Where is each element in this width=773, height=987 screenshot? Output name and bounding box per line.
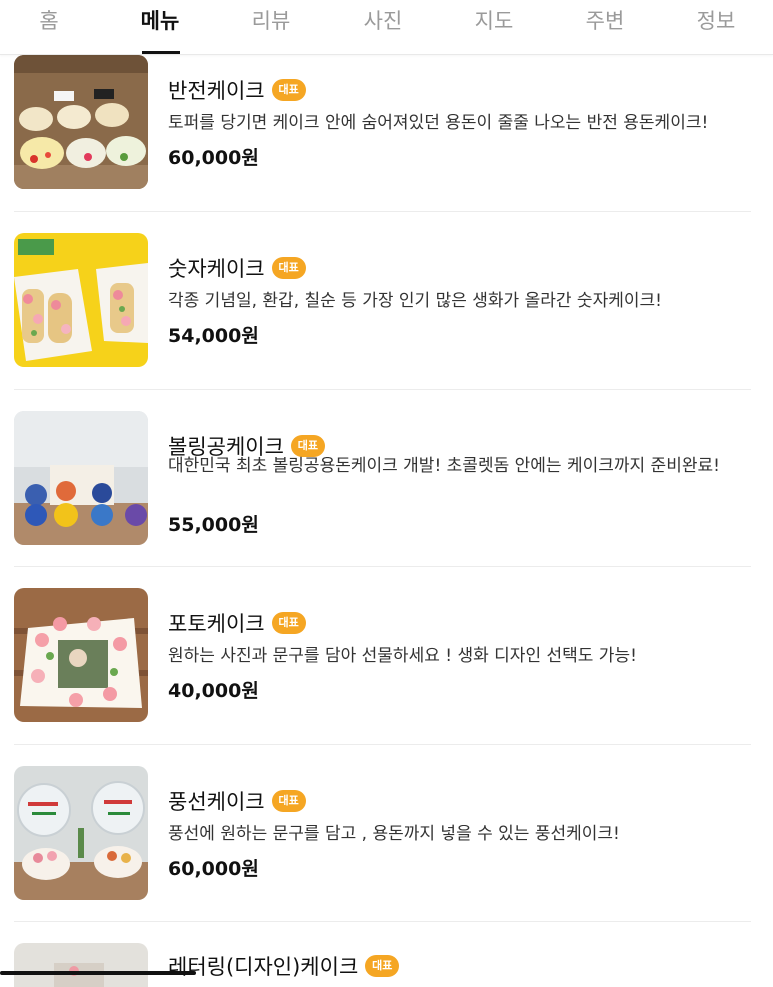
menu-item-description: 대한민국 최초 볼링공용돈케이크 개발! 초콜렛돔 안에는 케이크까지 준비완료… — [168, 456, 720, 476]
menu-item-description: 각종 기념일, 환갑, 칠순 등 가장 인기 많은 생화가 올라간 숫자케이크! — [168, 291, 662, 311]
menu-item-name: 풍선케이크 대표 — [168, 786, 306, 816]
menu-item-name: 포토케이크 대표 — [168, 608, 306, 638]
menu-item-name: 숫자케이크 대표 — [168, 253, 306, 283]
menu-item-photo — [14, 411, 148, 545]
tab-map[interactable]: 지도 — [475, 6, 514, 36]
menu-item-price: 54,000원 — [168, 325, 259, 347]
tab-reviews[interactable]: 리뷰 — [252, 6, 291, 36]
menu-item-price: 55,000원 — [168, 514, 259, 536]
home-indicator — [0, 971, 196, 975]
representative-badge: 대표 — [365, 955, 400, 977]
menu-item[interactable]: 풍선케이크 대표 풍선에 원하는 문구를 담고 , 용돈까지 넣을 수 있는 풍선… — [0, 766, 773, 944]
item-divider — [14, 389, 751, 390]
menu-item-photo — [14, 233, 148, 367]
representative-badge: 대표 — [271, 257, 306, 279]
tab-nearby[interactable]: 주변 — [586, 6, 625, 36]
item-divider — [14, 744, 751, 745]
tab-info[interactable]: 정보 — [697, 6, 736, 36]
menu-item-price: 60,000원 — [168, 147, 259, 169]
menu-item-photo — [14, 588, 148, 722]
menu-item-name: 레터링(디자인)케이크 대표 — [168, 951, 400, 981]
menu-item-photo — [14, 55, 148, 189]
menu-item-photo — [14, 943, 148, 987]
menu-item-description: 풍선에 원하는 문구를 담고 , 용돈까지 넣을 수 있는 풍선케이크! — [168, 824, 620, 844]
tab-photos[interactable]: 사진 — [364, 6, 403, 36]
menu-item-name: 반전케이크 대표 — [168, 75, 306, 105]
representative-badge: 대표 — [271, 79, 306, 101]
representative-badge: 대표 — [271, 790, 306, 812]
menu-tab-bar: 홈 메뉴 리뷰 사진 지도 주변 정보 — [0, 0, 773, 55]
menu-item-photo — [14, 766, 148, 900]
menu-item[interactable]: 레터링(디자인)케이크 대표 — [0, 943, 773, 987]
menu-item-description: 토퍼를 당기면 케이크 안에 숨어져있던 용돈이 줄줄 나오는 반전 용돈케이크… — [168, 113, 709, 133]
menu-item[interactable]: 포토케이크 대표 원하는 사진과 문구를 담아 선물하세요 ! 생화 디자인 선택… — [0, 588, 773, 766]
active-tab-indicator — [142, 51, 180, 54]
representative-badge: 대표 — [271, 612, 306, 634]
item-divider — [14, 211, 751, 212]
item-divider — [14, 921, 751, 922]
menu-item[interactable]: 볼링공케이크 대표 대한민국 최초 볼링공용돈케이크 개발! 초콜렛돔 안에는 케… — [0, 411, 773, 589]
menu-item[interactable]: 반전케이크 대표 토퍼를 당기면 케이크 안에 숨어져있던 용돈이 줄줄 나오는 … — [0, 55, 773, 233]
item-divider — [14, 566, 751, 567]
menu-item[interactable]: 숫자케이크 대표 각종 기념일, 환갑, 칠순 등 가장 인기 많은 생화가 올라… — [0, 233, 773, 411]
tab-menu[interactable]: 메뉴 — [141, 6, 180, 36]
menu-item-description: 원하는 사진과 문구를 담아 선물하세요 ! 생화 디자인 선택도 가능! — [168, 646, 637, 666]
menu-item-price: 40,000원 — [168, 680, 259, 702]
menu-item-price: 60,000원 — [168, 858, 259, 880]
tab-home[interactable]: 홈 — [39, 6, 58, 36]
